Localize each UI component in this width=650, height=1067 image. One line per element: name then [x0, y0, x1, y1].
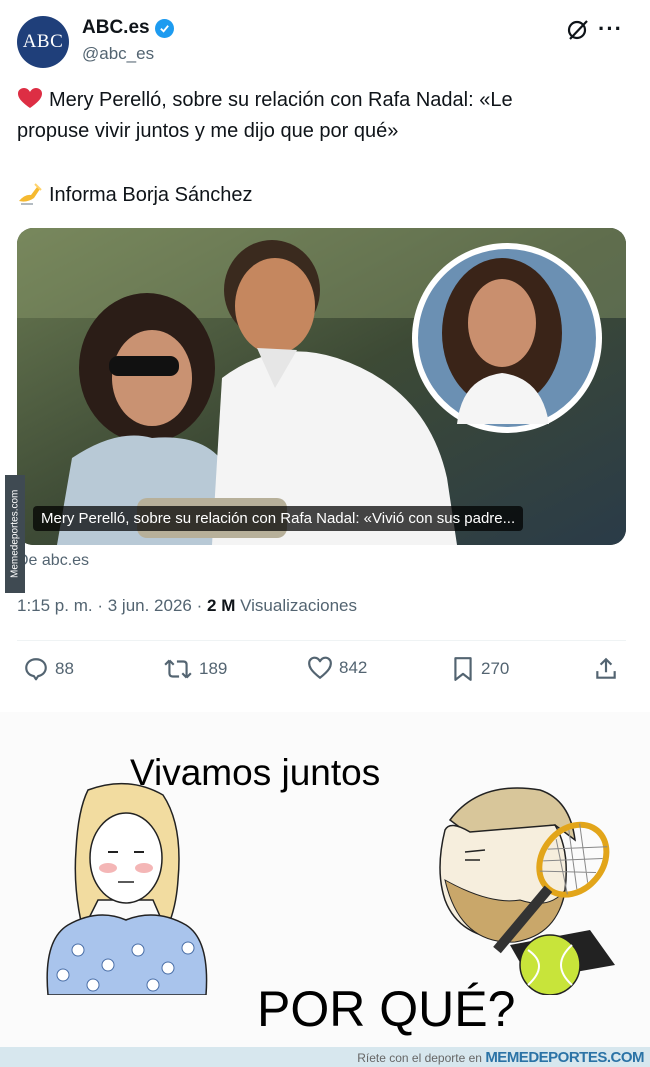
red-heart-icon	[18, 88, 42, 108]
bookmark-icon	[454, 657, 472, 681]
writing-hand-icon	[19, 183, 42, 205]
more-options-icon[interactable]: ···	[598, 16, 623, 42]
like-button[interactable]: 842	[307, 656, 367, 680]
link-card-image[interactable]: Mery Perelló, sobre su relación con Rafa…	[17, 228, 626, 545]
nadal-perello-photo	[17, 228, 626, 545]
display-name-text: ABC.es	[82, 17, 150, 38]
tweet-date[interactable]: 3 jun. 2026	[108, 596, 192, 615]
reply-button[interactable]: 88	[23, 656, 74, 682]
bookmark-button[interactable]: 270	[451, 656, 509, 682]
bookmark-count: 270	[481, 659, 510, 678]
display-name[interactable]: ABC.es	[82, 17, 174, 39]
side-watermark: Memedeportes.com	[5, 475, 25, 593]
chad-wojak-illustration	[439, 787, 615, 995]
divider	[17, 640, 626, 641]
tweet-text-1: Mery Perelló, sobre su relación con Rafa…	[49, 89, 513, 111]
card-source[interactable]: De abc.es	[17, 552, 89, 570]
views-label: Visualizaciones	[240, 596, 357, 615]
footer-credit[interactable]: Ríete con el deporte en MEMEDEPORTES.COM	[357, 1049, 644, 1066]
meme-bottom-text: POR QUÉ?	[257, 981, 516, 1037]
tweet-meta: 1:15 p. m. · 3 jun. 2026 · 2 M Visualiza…	[17, 596, 357, 616]
tweet-card: ABC ABC.es @abc_es ··· Mery Perelló, sob…	[0, 0, 650, 712]
footer-brand: MEMEDEPORTES.COM	[485, 1049, 644, 1066]
tweet-text-line-1: Mery Perelló, sobre su relación con Rafa…	[17, 86, 513, 114]
reply-icon	[25, 658, 47, 681]
meme-panel: Vivamos juntos POR QUÉ?	[0, 712, 650, 1047]
tweet-text-3: Informa Borja Sánchez	[49, 184, 253, 206]
share-icon	[596, 657, 616, 679]
retweet-count: 189	[199, 659, 228, 678]
tweet-text-line-2: propuse vivir juntos y me dijo que por q…	[17, 120, 399, 142]
avatar[interactable]: ABC	[17, 16, 69, 68]
reply-count: 88	[55, 659, 74, 678]
separator-dot: ·	[97, 596, 104, 615]
card-caption: Mery Perelló, sobre su relación con Rafa…	[33, 506, 524, 531]
footer-bar: Ríete con el deporte en MEMEDEPORTES.COM	[0, 1047, 650, 1067]
separator-dot: ·	[196, 596, 203, 615]
footer-prefix: Ríete con el deporte en	[357, 1051, 482, 1065]
like-count: 842	[339, 658, 368, 677]
action-bar: 88 189 842 270	[17, 656, 626, 690]
handle[interactable]: @abc_es	[82, 44, 154, 64]
avatar-text: ABC	[22, 31, 64, 52]
retweet-button[interactable]: 189	[163, 656, 227, 682]
tweet-time[interactable]: 1:15 p. m.	[17, 596, 93, 615]
tweet-text-line-3: Informa Borja Sánchez	[17, 181, 252, 209]
retweet-icon	[164, 659, 192, 679]
verified-badge-icon	[154, 18, 174, 38]
views-count: 2 M	[207, 596, 236, 615]
heart-icon	[308, 656, 332, 679]
grok-icon[interactable]	[566, 18, 590, 42]
share-button[interactable]	[593, 656, 619, 682]
girl-wojak-illustration	[46, 782, 208, 995]
meme-top-text: Vivamos juntos	[130, 752, 381, 793]
